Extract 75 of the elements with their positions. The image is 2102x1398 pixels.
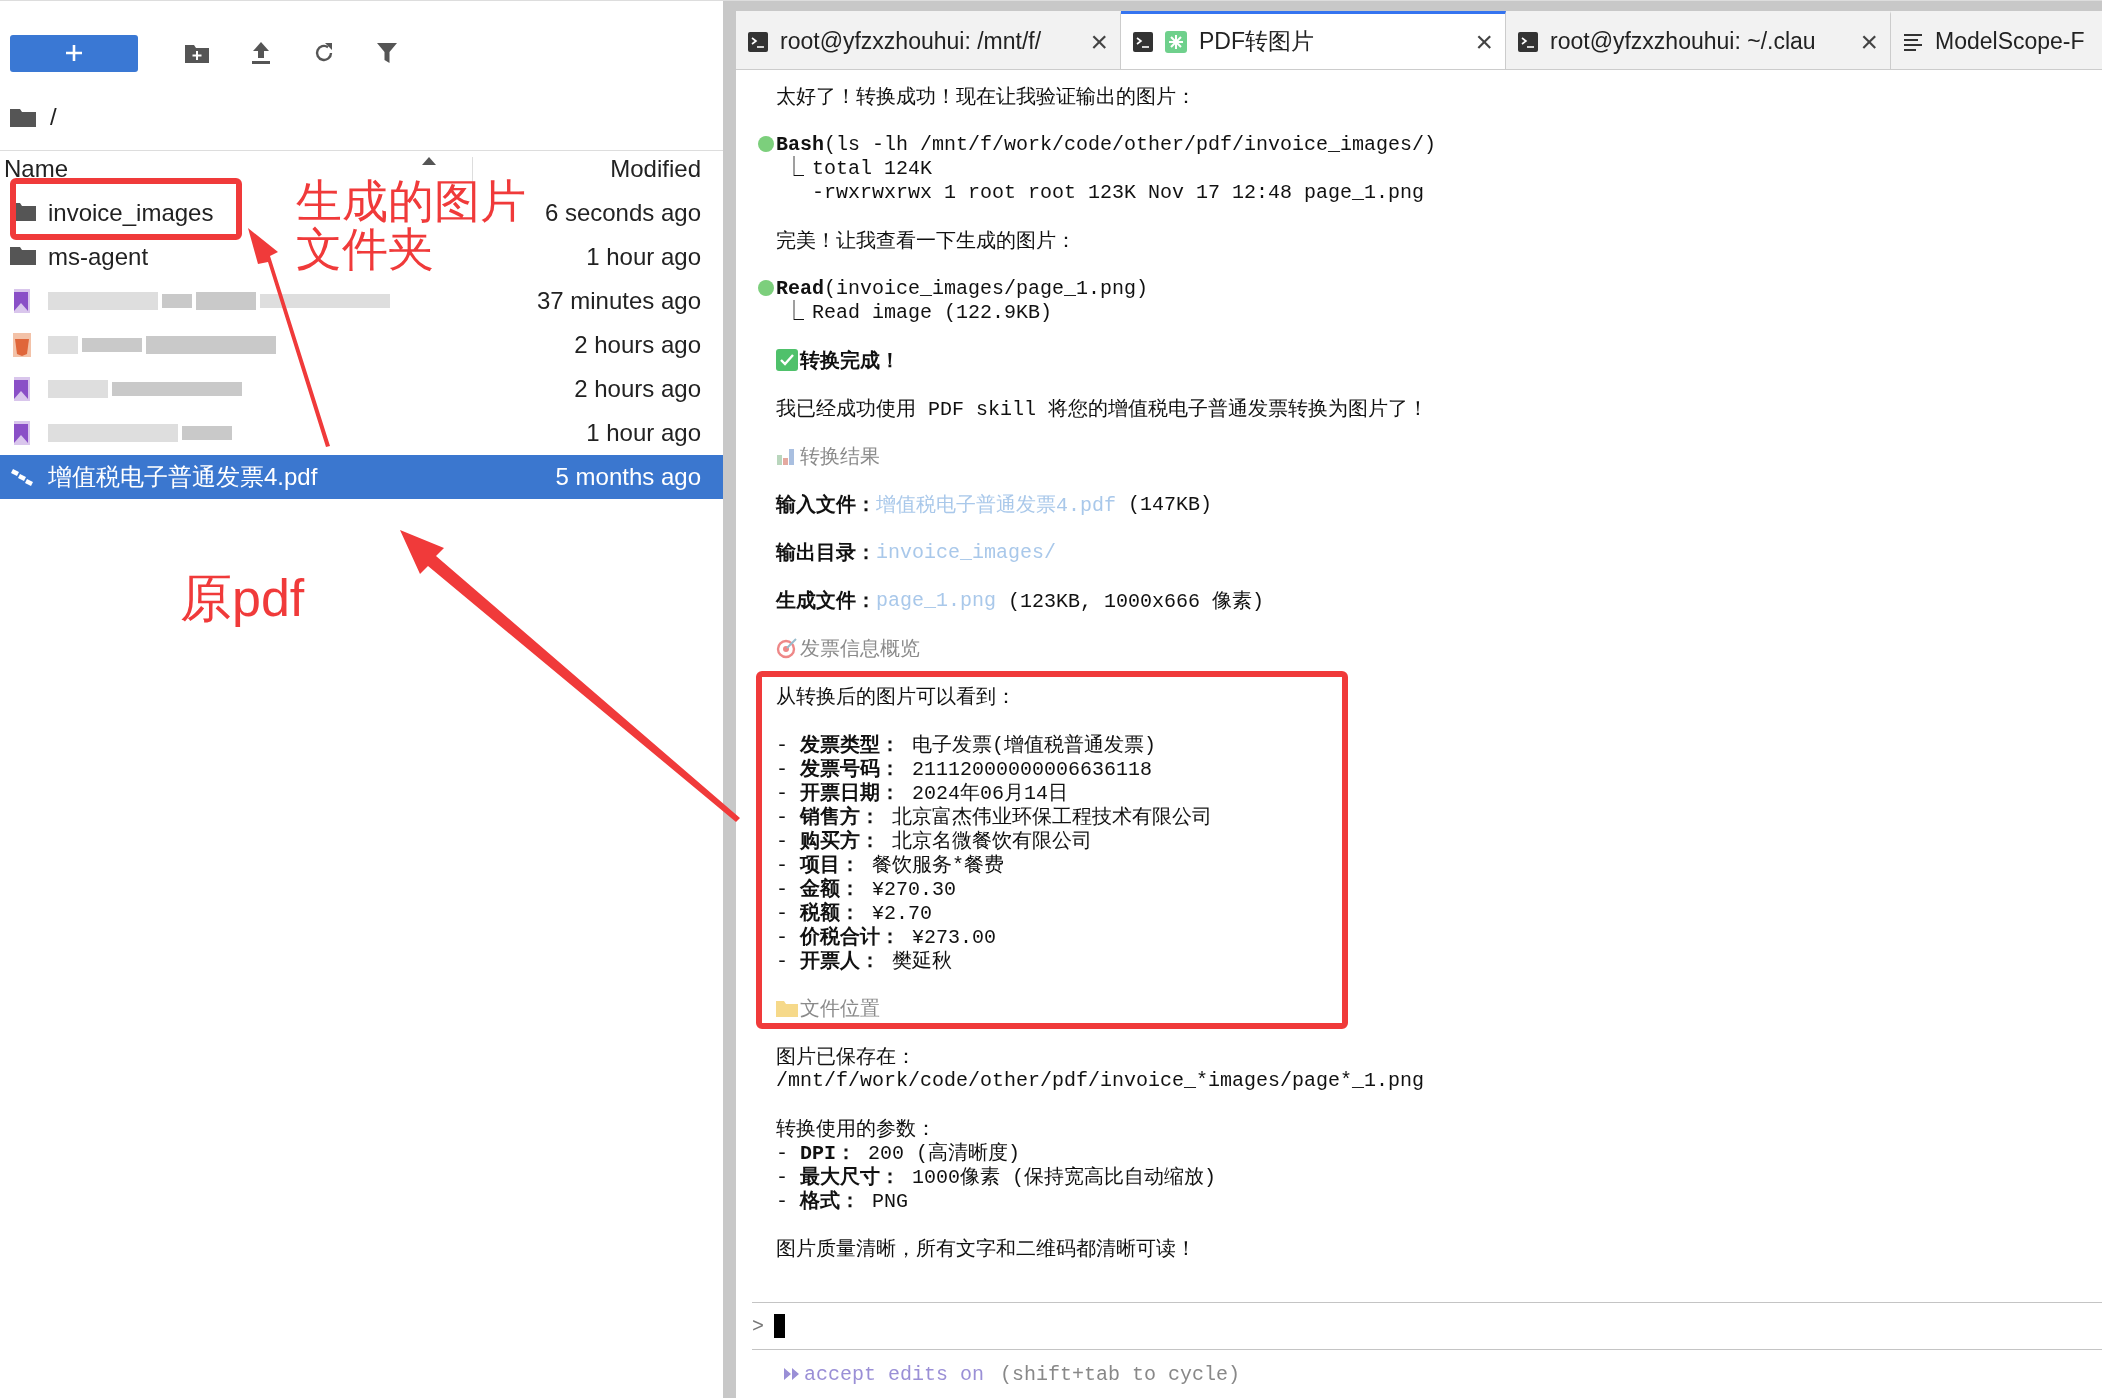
folder-icon	[10, 107, 36, 127]
target-icon	[776, 637, 798, 659]
terminal-icon	[1133, 31, 1153, 52]
breadcrumb-link[interactable]: /	[50, 103, 57, 131]
message-text: - 发票类型： 电子发票(增值税普通发票)	[776, 732, 1157, 758]
file-name[interactable]: ms-agent	[48, 243, 149, 271]
result-connector: ⎿	[784, 301, 804, 324]
message-text: 图片质量清晰，所有文字和二维码都清晰可读！	[776, 1236, 1196, 1262]
filter-icon[interactable]	[376, 41, 398, 65]
new-folder-icon[interactable]	[184, 42, 210, 64]
tool-output: total 124K	[812, 156, 933, 180]
plus-icon	[64, 43, 84, 63]
tool-output: Read image (122.9KB)	[812, 300, 1053, 324]
section-heading: 发票信息概览	[800, 636, 920, 662]
message-text: - DPI： 200 (高清晰度)	[776, 1140, 1021, 1166]
list-icon	[1903, 32, 1923, 51]
message-text: /mnt/f/work/code/other/pdf/invoice_*images/page*_1.png	[776, 1068, 1425, 1092]
terminal-tab[interactable]: ModelScope-F	[1891, 11, 2102, 69]
upload-icon[interactable]	[250, 41, 272, 65]
close-tab-button[interactable]: ×	[1090, 24, 1108, 59]
mode-hint: (shift+tab to cycle)	[1000, 1362, 1241, 1386]
modified-time: 2 hours ago	[574, 375, 701, 403]
tool-call: Bash(ls -lh /mnt/f/work/code/other/pdf/invoice_images/)	[776, 132, 1437, 156]
close-tab-button[interactable]: ×	[1475, 24, 1493, 59]
message-text: 我已经成功使用 PDF skill 将您的增值税电子普通发票转换为图片了！	[776, 396, 1429, 422]
text-cursor	[774, 1314, 785, 1338]
tool-output: -rwxrwxrwx 1 root root 123K Nov 17 12:48 page_1.png	[812, 180, 1425, 204]
message-text: 图片已保存在：	[776, 1044, 916, 1070]
message-text: - 发票号码： 21112000000006636118	[776, 756, 1153, 782]
column-header[interactable]: Name	[4, 157, 69, 181]
message-text: - 开票日期： 2024年06月14日	[776, 780, 1069, 805]
check-icon	[776, 349, 798, 371]
fast-forward-icon	[784, 1368, 800, 1380]
close-tab-button[interactable]: ×	[1860, 24, 1878, 59]
message-text: 完美！让我查看一下生成的图片：	[776, 228, 1076, 254]
field-value: (123KB, 1000x666 像素)	[1008, 588, 1265, 614]
result-connector: ⎿	[784, 157, 804, 180]
field-value: (147KB)	[1128, 492, 1213, 516]
terminal-icon	[748, 31, 768, 52]
file-name[interactable]: invoice_images	[48, 199, 214, 227]
message-text: - 项目： 餐饮服务*餐费	[776, 852, 1005, 877]
field-label: 输出目录：	[776, 540, 876, 566]
section-heading: 转换完成！	[800, 348, 900, 374]
annotation-label: 生成的图片文件夹	[296, 177, 527, 274]
message-text: 从转换后的图片可以看到：	[776, 684, 1016, 710]
modified-time: 6 seconds ago	[544, 199, 701, 227]
mode-label: accept edits on	[804, 1362, 985, 1386]
column-header[interactable]: Modified	[610, 155, 701, 182]
modified-time: 2 hours ago	[574, 331, 701, 359]
new-button[interactable]	[10, 34, 138, 72]
modified-time: 1 hour ago	[586, 243, 701, 271]
section-heading: 文件位置	[800, 996, 880, 1022]
message-text: - 购买方： 北京名微餐饮有限公司	[776, 828, 1093, 854]
modified-time: 1 hour ago	[586, 419, 701, 447]
message-text: - 格式： PNG	[776, 1188, 909, 1214]
terminal-icon	[1518, 31, 1538, 52]
message-text: - 价税合计： ¥273.00	[776, 924, 997, 950]
message-text: - 最大尺寸： 1000像素 (保持宽高比自动缩放)	[776, 1164, 1217, 1190]
message-text: 太好了！转换成功！现在让我验证输出的图片：	[776, 84, 1196, 110]
file-name: 增值税电子普通发票4.pdf	[48, 462, 318, 492]
modified-time: 5 months ago	[555, 463, 701, 491]
message-text: - 销售方： 北京富杰伟业环保工程技术有限公司	[776, 804, 1213, 829]
message-text: 转换使用的参数：	[776, 1116, 936, 1142]
file-row[interactable]: 增值税电子普通发票4.pdf 5 months ago	[0, 455, 723, 499]
message-text: - 开票人： 樊延秋	[776, 948, 953, 974]
modified-time: 37 minutes ago	[536, 287, 701, 315]
section-heading: 转换结果	[800, 444, 880, 470]
message-text: - 金额： ¥270.30	[776, 876, 957, 901]
tool-call: Read(invoice_images/page_1.png)	[776, 276, 1149, 300]
terminal-tab[interactable]: PDF转图片 ×	[1121, 11, 1506, 69]
prompt-symbol: >	[752, 1314, 764, 1338]
field-label: 输入文件：	[776, 492, 876, 518]
message-text: - 税额： ¥2.70	[776, 900, 933, 926]
field-label: 生成文件：	[776, 588, 876, 614]
terminal-tab[interactable]: root@yfzxzhouhui: ~/.clau ×	[1506, 11, 1891, 69]
